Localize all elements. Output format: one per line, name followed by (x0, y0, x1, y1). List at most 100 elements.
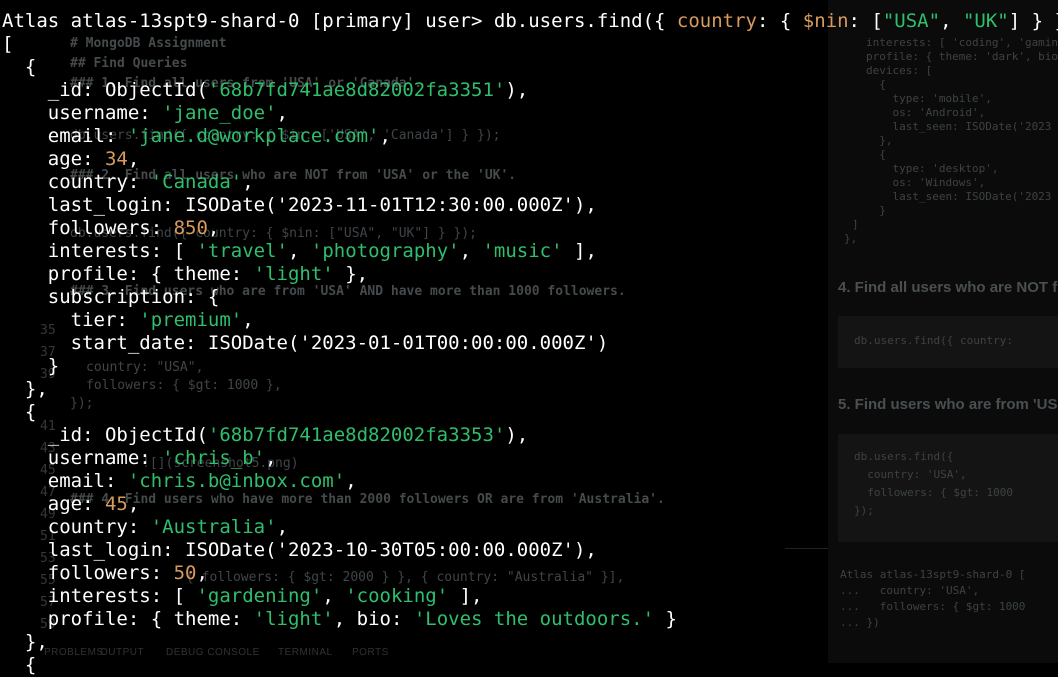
bg-editor-line: # MongoDB Assignment (70, 36, 227, 51)
bg-preview-code-line: os: 'Windows', (866, 176, 986, 189)
terminal-prompt-line[interactable]: Atlas atlas-13spt9-shard-0 [primary] use… (2, 10, 1058, 33)
doc-last-login-line: last_login: ISODate('2023-11-01T12:30:00… (2, 194, 597, 217)
doc-subscription-line: subscription: { (2, 286, 220, 308)
bg-preview-code-line: last_seen: ISODate('2023 (866, 190, 1052, 203)
shell-prompt: Atlas atlas-13spt9-shard-0 [primary] use… (2, 10, 494, 32)
doc-open-brace: { (2, 56, 37, 78)
field-value: 'Australia' (150, 516, 277, 538)
doc-followers-line: followers: 50, (2, 562, 208, 585)
field-key: profile: { theme: (2, 608, 254, 630)
field-fn: ObjectId( (104, 79, 208, 101)
doc-last-login-line: last_login: ISODate('2023-10-30T05:00:00… (2, 539, 597, 562)
background-markdown-preview: interests: [ 'coding', 'gaming' ], profi… (828, 0, 1058, 663)
array-item: 'gardening' (196, 585, 323, 607)
field-punct: , (196, 562, 208, 584)
doc-age-line: age: 34, (2, 148, 140, 171)
field-key: tier: (2, 309, 140, 331)
bg-editor-line: }); (70, 396, 94, 411)
field-punct: , (127, 148, 140, 170)
bg-tab-terminal[interactable]: TERMINAL (278, 647, 333, 658)
bg-preview-code-line: }, (844, 232, 858, 245)
bg-preview-code-line: devices: [ (866, 64, 933, 77)
bg-preview-prompt-line: ... }) (840, 616, 880, 629)
doc-country-line: country: 'Australia', (2, 516, 288, 539)
field-key: last_login: ISODate( (2, 539, 277, 561)
field-value: '68b7fd741ae8d82002fa3353' (207, 424, 506, 446)
doc-followers-line: followers: 850, (2, 217, 220, 240)
field-key: username: (2, 102, 163, 124)
bg-preview-code-box: db.users.find({ country: (838, 316, 1058, 368)
field-key: age: (2, 493, 105, 515)
bg-preview-code-line: { (866, 148, 886, 161)
field-punct: , (276, 516, 289, 538)
field-fn: ObjectId( (104, 424, 208, 446)
field-value: 50 (173, 562, 197, 584)
field-key: _id: (2, 79, 105, 101)
field-punct: ], (562, 240, 597, 262)
field-key: email: (2, 470, 128, 492)
bg-tab-problems[interactable]: PROBLEMS (44, 647, 104, 658)
field-key: profile: { theme: (2, 263, 254, 285)
doc-country-line: country: 'Canada', (2, 171, 254, 194)
field-value: '2023-01-01T00:00:00.000Z' (299, 332, 597, 354)
field-punct: , (127, 493, 140, 515)
field-value: 'jane.d@workplace.com' (127, 125, 380, 147)
field-punct: , (322, 585, 346, 607)
command-operator: $nin (802, 10, 849, 32)
field-key: , bio: (333, 608, 414, 630)
array-item: 'photography' (310, 240, 460, 262)
doc-open-brace: { (2, 654, 37, 676)
field-value: 'premium' (139, 309, 243, 331)
field-value: '68b7fd741ae8d82002fa3351' (207, 79, 506, 101)
field-key: interests: [ (2, 240, 197, 262)
field-punct: , (379, 125, 391, 147)
field-punct: , (265, 447, 277, 469)
doc-email-line: email: 'jane.d@workplace.com', (2, 125, 391, 148)
field-punct: ), (573, 539, 597, 561)
bg-preview-code-box: db.users.find({ country: 'USA', follower… (838, 434, 1058, 542)
field-key: age: (2, 148, 105, 170)
bg-editor-line: country: "USA", (86, 360, 204, 375)
field-value: 'chris_b' (162, 447, 266, 469)
doc-email-line: email: 'chris.b@inbox.com', (2, 470, 357, 493)
doc-start-date-line: start_date: ISODate('2023-01-01T00:00:00… (2, 332, 609, 355)
bg-preview-code-line: profile: { theme: 'dark', bio: (866, 50, 1058, 63)
bg-preview-code-line: country: 'USA', (854, 468, 967, 481)
array-item: 'cooking' (345, 585, 449, 607)
field-punct: , (459, 240, 483, 262)
bg-preview-code-line: }); (854, 504, 874, 517)
field-key: country: (2, 171, 151, 193)
field-key: _id: (2, 424, 105, 446)
field-key: email: (2, 125, 128, 147)
field-value: '2023-11-01T12:30:00.000Z' (276, 194, 574, 216)
field-punct: , (276, 102, 288, 124)
bg-tab-debug-console[interactable]: DEBUG CONSOLE (166, 647, 260, 658)
field-punct: , (287, 240, 311, 262)
doc-id-line: _id: ObjectId('68b7fd741ae8d82002fa3351'… (2, 79, 528, 102)
bg-tab-ports[interactable]: PORTS (352, 647, 389, 658)
bg-preview-code-line: type: 'mobile', (866, 92, 992, 105)
array-item: 'travel' (196, 240, 288, 262)
doc-id-line: _id: ObjectId('68b7fd741ae8d82002fa3353'… (2, 424, 528, 447)
command-text: : { (757, 10, 803, 32)
doc-username-line: username: 'jane_doe', (2, 102, 288, 125)
doc-username-line: username: 'chris_b', (2, 447, 277, 470)
command-text: : [ (848, 10, 883, 32)
result-open-bracket: [ (2, 33, 14, 55)
bg-tab-output[interactable]: OUTPUT (100, 647, 144, 658)
bg-preview-code-line: type: 'desktop', (866, 162, 999, 175)
field-value: 'Loves the outdoors.' (413, 608, 655, 630)
field-key: country: (2, 516, 151, 538)
field-value: '2023-10-30T05:00:00.000Z' (276, 539, 574, 561)
field-value: 'light' (253, 608, 334, 630)
bg-preview-code-line: followers: { $gt: 1000 (854, 486, 1013, 499)
field-punct: , (207, 217, 220, 239)
field-value: 'jane_doe' (162, 102, 277, 124)
bg-preview-code-line: }, (866, 134, 893, 147)
field-value: 850 (173, 217, 208, 239)
command-text: db.users.find({ (493, 10, 677, 32)
doc-profile-line: profile: { theme: 'light' }, (2, 263, 368, 286)
doc-subscription-close: } (2, 355, 60, 377)
field-key: start_date: ISODate( (2, 332, 300, 354)
command-value: "UK" (962, 10, 1009, 32)
